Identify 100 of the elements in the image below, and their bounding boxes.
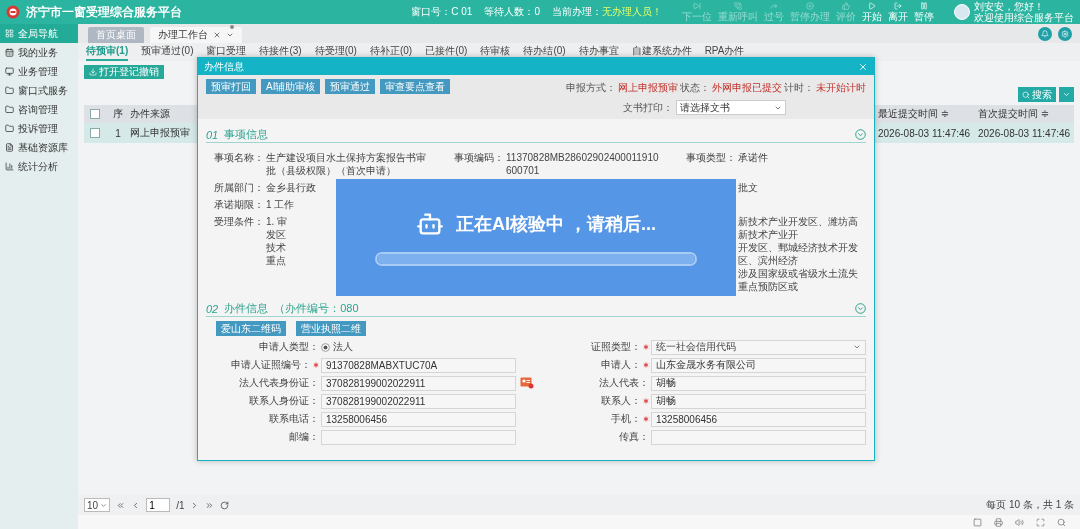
field-label: 联系人： — [601, 394, 641, 408]
field-label: 证照类型： — [591, 340, 641, 354]
phone-icon — [734, 2, 742, 10]
input-field[interactable]: 370828199002022911 — [321, 393, 516, 409]
sub-tab[interactable]: 待办结(0) — [523, 43, 566, 61]
dialog-title: 办件信息 — [204, 59, 244, 74]
info-value: 11370828MB28602902400011910 600701 — [506, 151, 659, 177]
sub-tab[interactable]: 待接件(3) — [259, 43, 302, 61]
window-number: 窗口号：C 01 — [411, 5, 473, 19]
info-value: 生产建设项目水土保持方案报告书审 批（县级权限）（首次申请） — [266, 151, 426, 177]
sub-tab[interactable]: 待审核 — [480, 43, 511, 61]
caret-icon — [100, 501, 108, 509]
user-org: 欢迎使用综合服务平台 — [974, 12, 1074, 23]
close-icon[interactable] — [213, 31, 221, 39]
sub-tab[interactable]: RPA办件 — [704, 43, 745, 61]
document-select[interactable]: 请选择文书 — [676, 100, 786, 115]
tab[interactable]: 办理工作台 — [150, 27, 242, 43]
folder-icon — [5, 124, 14, 133]
bar-chart-icon — [5, 162, 14, 171]
page-size-select[interactable]: 10 — [84, 498, 111, 512]
column-header: 最近提交时间 ≑ — [878, 107, 950, 121]
document-icon — [5, 143, 14, 152]
info-value: 新技术产业开发区、潍坊高新技术产业开 开发区、鄄城经济技术开发区、滨州经济 涉及国家级或省级水土流失重点预防区或 — [738, 215, 859, 293]
expand-button[interactable] — [1059, 87, 1074, 102]
page-input[interactable]: 1 — [146, 498, 171, 512]
field-label: 传真： — [619, 430, 649, 444]
info-value: 批文 — [738, 181, 758, 194]
settings-button[interactable] — [1058, 26, 1072, 41]
sub-tab[interactable]: 待受理(0) — [314, 43, 357, 61]
status-value: 网上申报预审 — [618, 81, 678, 95]
user-greeting: 刘安安，您好！ — [974, 1, 1045, 12]
id-card-icon[interactable] — [520, 377, 534, 389]
speaker-icon[interactable] — [1015, 517, 1024, 527]
input-field[interactable]: 山东金晟水务有限公司 — [651, 357, 866, 373]
checkbox[interactable] — [90, 128, 100, 138]
table-cell: 2026-08-03 11:47:46 — [978, 127, 1071, 139]
status-label: 计时： — [784, 81, 814, 95]
sidebar-item[interactable]: 统计分析 — [0, 157, 78, 176]
input-field[interactable]: 胡畅 — [651, 375, 866, 391]
field-label: 联系人身份证： — [249, 394, 319, 408]
section-title: 办件信息 — [224, 301, 269, 316]
refresh-icon[interactable] — [220, 500, 230, 510]
field-label: 联系电话： — [269, 412, 319, 426]
table-cell: 网上申报预审 — [130, 126, 190, 140]
sub-tab[interactable]: 预审通过(0) — [141, 43, 194, 61]
radio-option[interactable]: 法人 — [321, 340, 353, 354]
fullscreen-icon[interactable] — [1036, 517, 1045, 527]
sidebar-item[interactable]: 咨询管理 — [0, 100, 78, 119]
sidebar-item[interactable]: 窗口式服务 — [0, 81, 78, 100]
page-summary: 每页 10 条，共 1 条 — [986, 498, 1074, 512]
status-value: 未开始计时 — [816, 81, 866, 95]
folder-icon — [5, 105, 14, 114]
section-title: 事项信息 — [224, 127, 269, 142]
sub-tab[interactable]: 待办事宜 — [578, 43, 619, 61]
sub-tab[interactable]: 窗口受理 — [206, 43, 247, 61]
first-page-icon[interactable] — [116, 500, 126, 510]
avatar — [954, 4, 970, 20]
sub-tab[interactable]: 待补正(0) — [369, 43, 413, 61]
input-field[interactable]: 13258006456 — [651, 411, 866, 427]
sidebar-item[interactable]: 投诉管理 — [0, 119, 78, 138]
caret-icon — [853, 343, 861, 351]
radio-icon[interactable] — [321, 342, 330, 352]
select-field[interactable]: 统一社会信用代码 — [651, 339, 866, 355]
field-label: 手机： — [611, 412, 641, 426]
field-label: 申请人： — [601, 358, 641, 372]
status-label: 申报方式： — [566, 81, 616, 95]
section-number: 01 — [206, 128, 219, 141]
skip-icon — [693, 2, 701, 10]
forward-icon — [770, 2, 778, 10]
caret-icon[interactable] — [226, 31, 234, 39]
collapse-icon[interactable] — [855, 303, 866, 314]
close-button[interactable] — [858, 61, 868, 72]
sidebar-item[interactable]: 业务管理 — [0, 62, 78, 81]
collapse-icon[interactable] — [855, 129, 866, 140]
info-value: 金乡县行政 — [266, 181, 316, 194]
last-page-icon[interactable] — [205, 500, 215, 510]
sidebar-item[interactable]: 我的业务 — [0, 43, 78, 62]
input-field[interactable] — [321, 429, 516, 445]
table-cell: 2026-08-03 11:47:46 — [878, 127, 971, 139]
input-field[interactable]: 胡畅 — [651, 393, 866, 409]
calendar-icon — [5, 48, 14, 57]
info-label: 受理条件： — [214, 215, 265, 229]
input-field[interactable]: 91370828MABXTUC70A — [321, 357, 516, 373]
search-icon[interactable] — [1057, 517, 1066, 527]
window-icon[interactable] — [973, 517, 982, 527]
sidebar-item[interactable]: 基础资源库 — [0, 138, 78, 157]
bell-button[interactable] — [1038, 26, 1052, 41]
sub-tab[interactable]: 已接件(0) — [425, 43, 468, 61]
input-field[interactable]: 13258006456 — [321, 411, 516, 427]
checkbox[interactable] — [90, 109, 100, 119]
printer-icon[interactable] — [994, 517, 1003, 527]
input-field[interactable] — [651, 429, 866, 445]
column-header: 首次提交时间 ≑ — [978, 107, 1050, 121]
field-label: 邮编： — [289, 430, 319, 444]
input-field[interactable]: 370828199002022911 — [321, 375, 516, 391]
caret-icon — [1062, 90, 1071, 99]
info-value: 承诺件 — [738, 151, 768, 165]
info-value: 1. 审 发区 技术 重点 — [266, 215, 288, 268]
search-icon — [1022, 90, 1030, 99]
sub-tab[interactable]: 自建系统办件 — [631, 43, 692, 61]
